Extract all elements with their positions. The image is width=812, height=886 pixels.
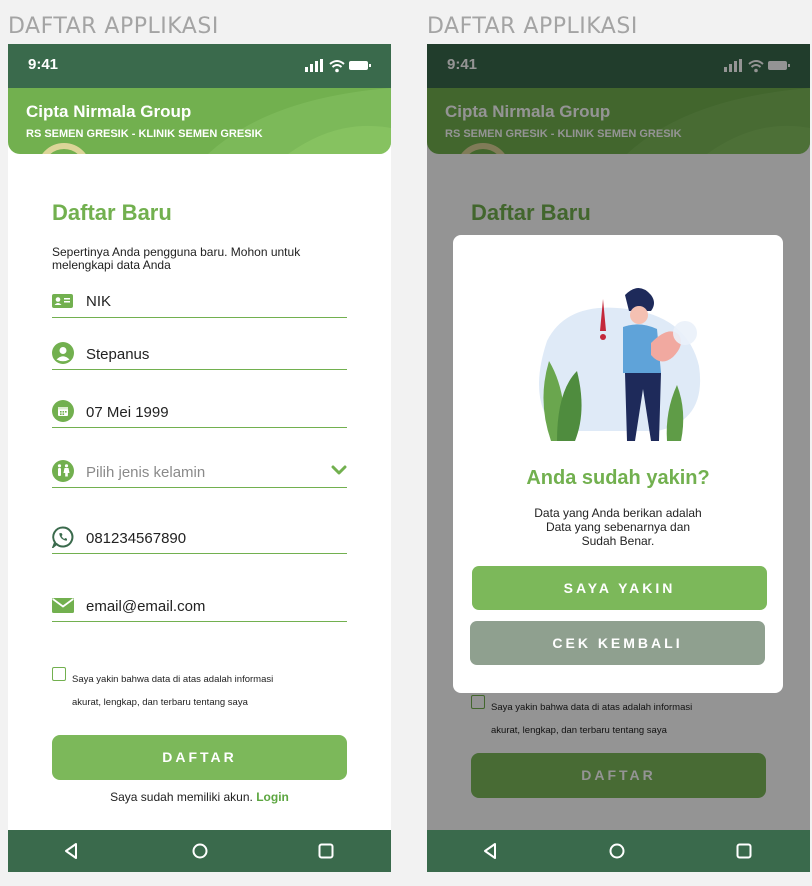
recents-icon[interactable] [734, 841, 754, 861]
name-field[interactable]: Stepanus [52, 340, 347, 370]
register-button[interactable]: DAFTAR [52, 735, 347, 780]
consent-line-1: Saya yakin bahwa data di atas adalah inf… [72, 674, 274, 685]
consent-checkbox[interactable] [52, 667, 66, 681]
home-icon[interactable] [190, 841, 210, 861]
back-icon[interactable] [62, 841, 82, 861]
user-icon [52, 342, 74, 364]
chevron-down-icon[interactable] [331, 464, 347, 476]
whatsapp-icon [52, 526, 74, 548]
dialog-message: Data yang Anda berikan adalah Data yang … [513, 506, 723, 548]
signal-icon [305, 59, 323, 72]
status-bar: 9:41 [8, 44, 391, 88]
phone-value: 081234567890 [86, 530, 187, 547]
wifi-icon [329, 60, 345, 73]
confirmation-dialog: Anda sudah yakin? Data yang Anda berikan… [453, 235, 783, 693]
nik-field[interactable]: NIK [52, 288, 347, 318]
warning-person-illustration [539, 288, 701, 441]
dialog-message-line-2: Data yang sebenarnya dan [545, 520, 691, 534]
mail-icon [52, 598, 74, 613]
registration-screen: 9:41 Cipta Nirmala Group RS SEMEN GRESIK… [8, 44, 391, 872]
battery-icon [349, 61, 371, 70]
status-time: 9:41 [28, 56, 59, 73]
hospital-subtitle: RS SEMEN GRESIK - KLINIK SEMEN GRESIK [26, 128, 263, 140]
frame-title-right: DAFTAR APPLIKASI [427, 14, 638, 39]
home-icon[interactable] [607, 841, 627, 861]
id-card-icon [52, 294, 73, 308]
login-prompt-text: Saya sudah memiliki akun. [110, 790, 253, 804]
confirmation-screen: 9:41 Cipta Nirmala Group RS SEMEN GRESIK… [427, 44, 810, 872]
gender-placeholder: Pilih jenis kelamin [86, 464, 206, 481]
recheck-button[interactable]: CEK KEMBALI [470, 621, 765, 665]
birthdate-value: 07 Mei 1999 [86, 404, 169, 421]
email-value: email@email.com [86, 598, 206, 615]
form-description: Sepertinya Anda pengguna baru. Mohon unt… [52, 245, 301, 272]
calendar-icon [52, 400, 74, 422]
back-icon[interactable] [481, 841, 501, 861]
login-prompt: Saya sudah memiliki akun. Login [8, 790, 391, 804]
consent-line-2: akurat, lengkap, dan terbaru tentang say… [72, 697, 248, 708]
status-icons [305, 59, 371, 73]
page-title: Daftar Baru [52, 200, 172, 225]
app-header: Cipta Nirmala Group RS SEMEN GRESIK - KL… [8, 88, 391, 154]
frame-title-left: DAFTAR APPLIKASI [8, 14, 219, 39]
recents-icon[interactable] [316, 841, 336, 861]
android-navbar [427, 830, 810, 872]
nik-value: NIK [86, 293, 112, 310]
dialog-title: Anda sudah yakin? [526, 467, 710, 489]
confirm-button[interactable]: SAYA YAKIN [472, 566, 767, 610]
login-link[interactable]: Login [256, 790, 289, 804]
gender-select[interactable]: Pilih jenis kelamin [52, 458, 347, 488]
email-field[interactable]: email@email.com [52, 592, 347, 622]
birthdate-field[interactable]: 07 Mei 1999 [52, 398, 347, 428]
name-value: Stepanus [86, 346, 150, 363]
android-navbar [8, 830, 391, 872]
dialog-message-line-1: Data yang Anda berikan adalah [534, 506, 702, 520]
company-name: Cipta Nirmala Group [26, 102, 192, 121]
dialog-message-line-3: Sudah Benar. [581, 534, 655, 548]
consent-label: Saya yakin bahwa data di atas adalah inf… [72, 668, 312, 714]
phone-field[interactable]: 081234567890 [52, 524, 347, 554]
gender-icon [52, 460, 74, 482]
